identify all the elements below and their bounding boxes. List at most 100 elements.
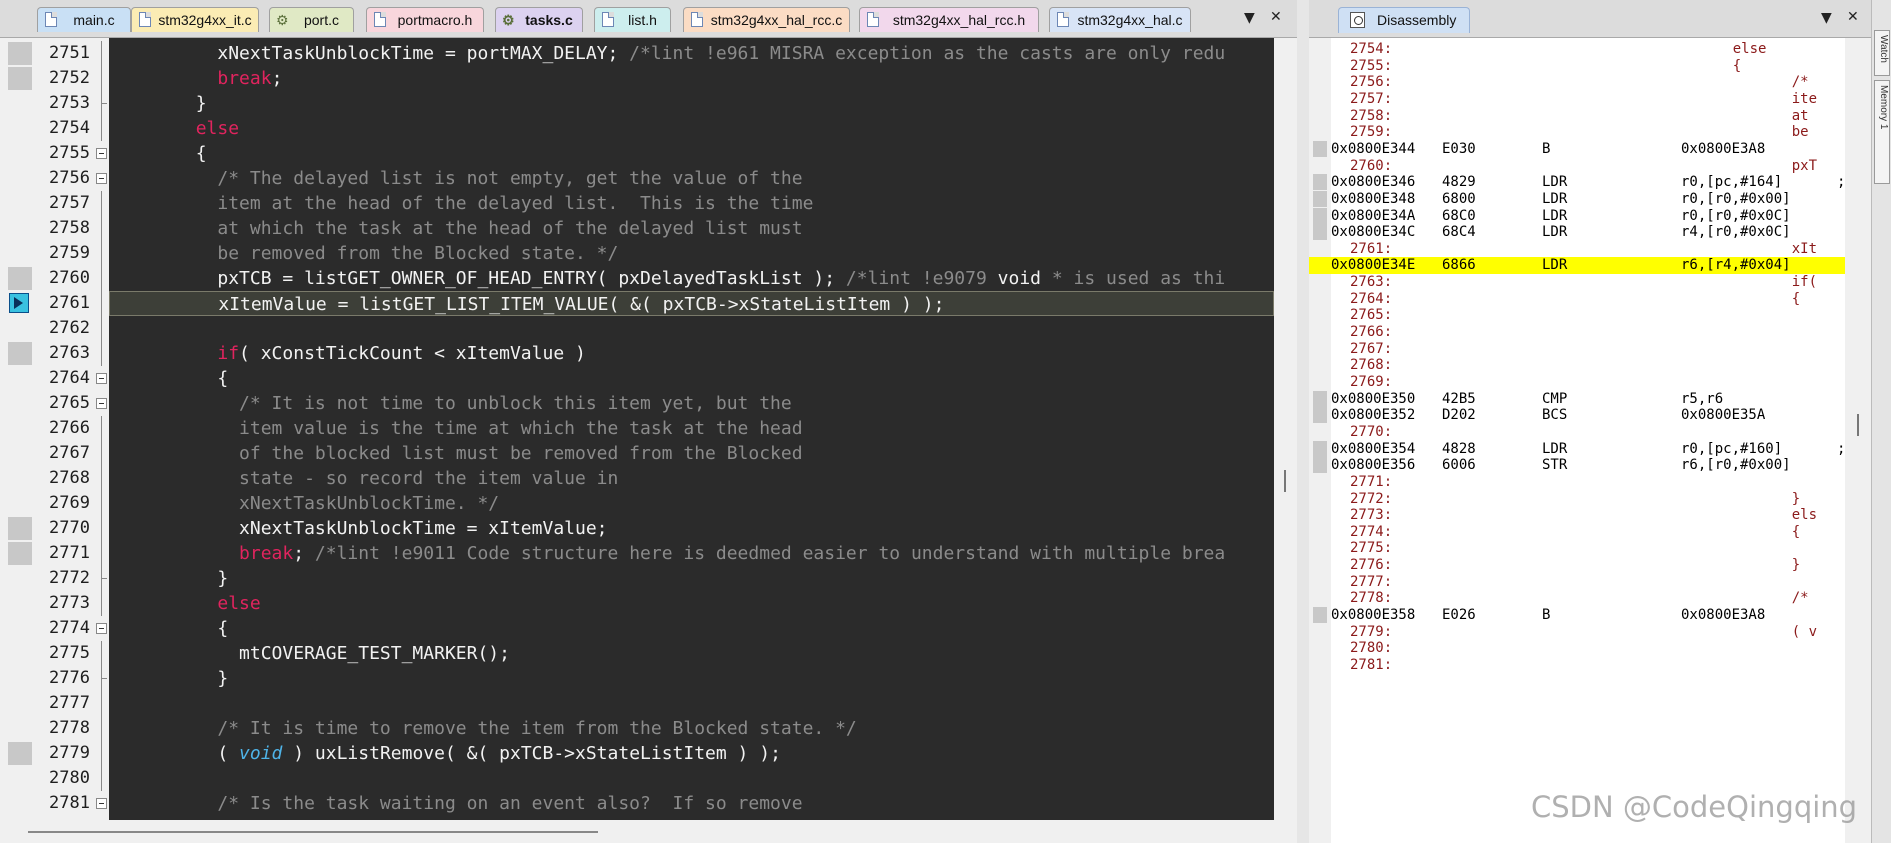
disassembly-source-line[interactable]: 2758: at <box>1309 108 1845 125</box>
disassembly-source-line[interactable]: 2756: /* <box>1309 74 1845 91</box>
code-line[interactable] <box>109 316 1274 341</box>
hscroll-thumb[interactable] <box>28 831 598 833</box>
fold-collapse-icon[interactable] <box>96 398 107 409</box>
tab-port-c[interactable]: ⚙ port.c <box>269 7 354 32</box>
disassembly-source-line[interactable]: 2773: els <box>1309 507 1845 524</box>
disassembly-source-line[interactable]: 2780: <box>1309 640 1845 657</box>
code-line[interactable]: else <box>109 591 1274 616</box>
instruction-row[interactable]: 0x0800E34C 68C4 LDR r4,[r0,#0x0C] <box>1309 224 1845 241</box>
executable-line-marker[interactable] <box>8 42 32 65</box>
executable-line-marker[interactable] <box>8 67 32 90</box>
instruction-row[interactable]: 0x0800E352 D202 BCS 0x0800E35A <box>1309 407 1845 424</box>
instruction-row[interactable]: 0x0800E354 4828 LDR r0,[pc,#160]; <box>1309 441 1845 458</box>
tab-disassembly[interactable]: Disassembly <box>1338 7 1470 33</box>
tab-list-dropdown-icon[interactable]: ▼ <box>1244 10 1255 26</box>
executable-line-marker[interactable] <box>8 742 32 765</box>
code-line[interactable]: else <box>109 116 1274 141</box>
disassembly-vscroll-thumb[interactable] <box>1857 414 1859 436</box>
instruction-row[interactable]: 0x0800E358 E026 B 0x0800E3A8 <box>1309 607 1845 624</box>
disassembly-source-line[interactable]: 2768: <box>1309 357 1845 374</box>
disassembly-source-line[interactable]: 2776: } <box>1309 557 1845 574</box>
instruction-row[interactable]: 0x0800E348 6800 LDR r0,[r0,#0x00] <box>1309 191 1845 208</box>
fold-collapse-icon[interactable] <box>96 623 107 634</box>
code-line[interactable]: { <box>109 366 1274 391</box>
fold-collapse-icon[interactable] <box>96 173 107 184</box>
editor-gutter[interactable]: 2751 2752 2753 2754 2755 2756 2757 2758 2759 2760… <box>0 38 107 820</box>
disassembly-source-line[interactable]: 2761: xIt <box>1309 241 1845 258</box>
code-line[interactable]: at which the task at the head of the del… <box>109 216 1274 241</box>
close-disassembly-icon[interactable]: ✕ <box>1847 9 1859 25</box>
code-line[interactable]: state - so record the item value in <box>109 466 1274 491</box>
current-code-line[interactable]: xItemValue = listGET_LIST_ITEM_VALUE( &(… <box>109 291 1274 316</box>
tab-list-h[interactable]: list.h <box>594 7 671 32</box>
disassembly-source-line[interactable]: 2760: pxT <box>1309 158 1845 175</box>
fold-collapse-icon[interactable] <box>96 798 107 809</box>
code-line[interactable]: be removed from the Blocked state. */ <box>109 241 1274 266</box>
disassembly-source-line[interactable]: 2774: { <box>1309 524 1845 541</box>
code-line[interactable]: /* It is not time to unblock this item y… <box>109 391 1274 416</box>
disassembly-source-line[interactable]: 2754: else <box>1309 41 1845 58</box>
instruction-row[interactable]: 0x0800E34A 68C0 LDR r0,[r0,#0x0C] <box>1309 208 1845 225</box>
code-line[interactable]: /* It is time to remove the item from th… <box>109 716 1274 741</box>
code-line[interactable]: { <box>109 141 1274 166</box>
code-line[interactable] <box>109 766 1274 791</box>
instruction-row[interactable]: 0x0800E350 42B5 CMP r5,r6 <box>1309 391 1845 408</box>
disassembly-listing[interactable]: 2754: else 2755: {2756: /* 2757: ite 2758: … <box>1309 38 1845 843</box>
executable-line-marker[interactable] <box>8 342 32 365</box>
disassembly-dropdown-icon[interactable]: ▼ <box>1821 10 1832 26</box>
code-line[interactable]: } <box>109 91 1274 116</box>
tab-portmacro-h[interactable]: portmacro.h <box>366 7 484 32</box>
disassembly-source-line[interactable]: 2757: ite <box>1309 91 1845 108</box>
executable-line-marker[interactable] <box>8 267 32 290</box>
code-line[interactable]: if( xConstTickCount < xItemValue ) <box>109 341 1274 366</box>
code-line[interactable]: } <box>109 566 1274 591</box>
tab-stm32g4xx-hal-rcc-h[interactable]: stm32g4xx_hal_rcc.h <box>859 7 1039 32</box>
breakpoint-strip[interactable] <box>8 38 32 820</box>
tab-tasks-c[interactable]: ⚙ tasks.c <box>495 7 583 32</box>
dock-tab-memory-1[interactable]: Memory 1 <box>1874 80 1890 184</box>
code-line[interactable]: of the blocked list must be removed from… <box>109 441 1274 466</box>
pane-splitter[interactable] <box>1297 0 1309 843</box>
code-line[interactable]: ( void ) uxListRemove( &( pxTCB->xStateL… <box>109 741 1274 766</box>
tab-main-c[interactable]: main.c <box>37 7 131 32</box>
instruction-row[interactable]: 0x0800E346 4829 LDR r0,[pc,#164]; <box>1309 174 1845 191</box>
disassembly-source-line[interactable]: 2781: <box>1309 657 1845 674</box>
tab-stm32g4xx-it-c[interactable]: stm32g4xx_it.c <box>131 7 259 32</box>
disassembly-source-line[interactable]: 2759: be <box>1309 124 1845 141</box>
instruction-row[interactable]: 0x0800E344 E030 B 0x0800E3A8 <box>1309 141 1845 158</box>
code-line[interactable]: break; /*lint !e9011 Code structure here… <box>109 541 1274 566</box>
disassembly-vertical-scrollbar[interactable] <box>1845 38 1871 843</box>
vscroll-thumb[interactable] <box>1284 470 1286 492</box>
disassembly-source-line[interactable]: 2766: <box>1309 324 1845 341</box>
close-editor-icon[interactable]: ✕ <box>1270 9 1282 25</box>
disassembly-source-line[interactable]: 2772: } <box>1309 491 1845 508</box>
disassembly-source-line[interactable]: 2764: { <box>1309 291 1845 308</box>
editor-horizontal-scrollbar[interactable] <box>0 820 1297 843</box>
executable-line-marker[interactable] <box>8 517 32 540</box>
code-line[interactable]: break; <box>109 66 1274 91</box>
disassembly-source-line[interactable]: 2755: { <box>1309 58 1845 75</box>
editor-vertical-scrollbar[interactable] <box>1274 38 1297 820</box>
code-line[interactable]: /* The delayed list is not empty, get th… <box>109 166 1274 191</box>
code-line[interactable]: xNextTaskUnblockTime = portMAX_DELAY; /*… <box>109 41 1274 66</box>
code-editor[interactable]: xNextTaskUnblockTime = portMAX_DELAY; /*… <box>109 38 1274 820</box>
disassembly-source-line[interactable]: 2767: <box>1309 341 1845 358</box>
tab-stm32g4xx-hal-c[interactable]: stm32g4xx_hal.c <box>1049 7 1191 32</box>
tab-stm32g4xx-hal-rcc-c[interactable]: stm32g4xx_hal_rcc.c <box>683 7 850 32</box>
instruction-row[interactable]: 0x0800E356 6006 STR r6,[r0,#0x00] <box>1309 457 1845 474</box>
disassembly-source-line[interactable]: 2775: <box>1309 540 1845 557</box>
code-line[interactable]: pxTCB = listGET_OWNER_OF_HEAD_ENTRY( pxD… <box>109 266 1274 291</box>
disassembly-source-line[interactable]: 2770: <box>1309 424 1845 441</box>
code-line[interactable] <box>109 691 1274 716</box>
code-line[interactable]: } <box>109 666 1274 691</box>
disassembly-source-line[interactable]: 2777: <box>1309 574 1845 591</box>
code-line[interactable]: /* Is the task waiting on an event also?… <box>109 791 1274 816</box>
disassembly-source-line[interactable]: 2778: /* <box>1309 590 1845 607</box>
disassembly-source-line[interactable]: 2769: <box>1309 374 1845 391</box>
code-line[interactable]: { <box>109 616 1274 641</box>
code-line[interactable]: mtCOVERAGE_TEST_MARKER(); <box>109 641 1274 666</box>
disassembly-source-line[interactable]: 2765: <box>1309 307 1845 324</box>
fold-collapse-icon[interactable] <box>96 148 107 159</box>
dock-tab-watch[interactable]: Watch <box>1874 30 1890 76</box>
code-line[interactable]: xNextTaskUnblockTime = xItemValue; <box>109 516 1274 541</box>
